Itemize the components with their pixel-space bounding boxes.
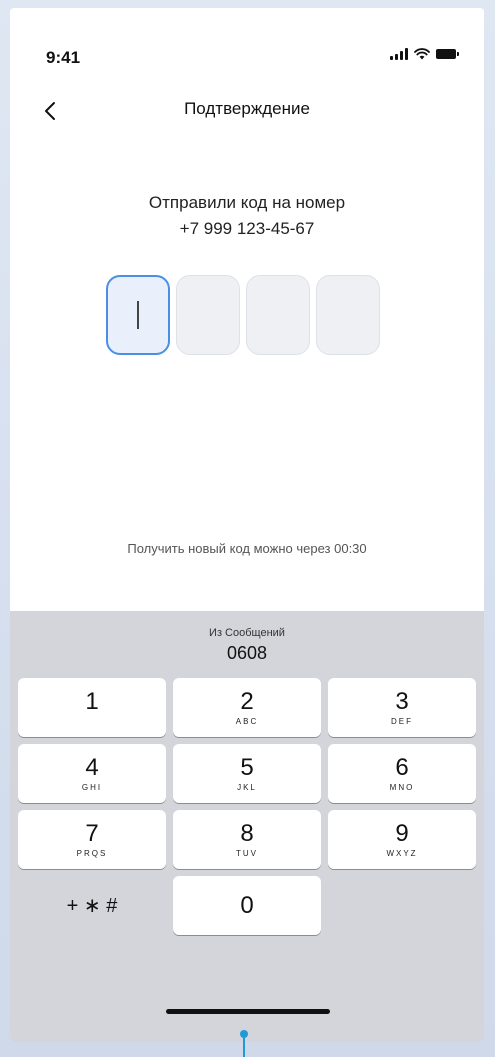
code-input[interactable] xyxy=(106,275,380,355)
home-indicator[interactable] xyxy=(166,1009,330,1014)
key-letters: GHI xyxy=(81,782,103,792)
status-icons xyxy=(390,48,459,60)
status-bar: 9:41 xyxy=(10,8,484,88)
key-0[interactable]: 0 xyxy=(173,876,321,935)
key-letters: JKL xyxy=(237,782,257,792)
sent-code-message: Отправили код на номер +7 999 123-45-67 xyxy=(10,190,484,242)
key-6[interactable]: 6 MNO xyxy=(328,744,476,803)
page-title: Подтверждение xyxy=(184,99,310,118)
code-digit-4[interactable] xyxy=(316,275,380,355)
key-digit: 8 xyxy=(240,819,254,847)
key-digit: 4 xyxy=(85,753,99,781)
numeric-keyboard: Из Сообщений 0608 1 2 ABC 3 DEF 4 GHI 5 xyxy=(10,611,484,1042)
phone-number: +7 999 123-45-67 xyxy=(179,219,315,238)
key-letters: PRQS xyxy=(76,848,108,858)
key-symbols[interactable]: + ∗ # xyxy=(18,876,166,935)
key-digit: + ∗ # xyxy=(66,894,118,917)
key-4[interactable]: 4 GHI xyxy=(18,744,166,803)
key-letters: ABC xyxy=(235,716,259,726)
key-letters: TUV xyxy=(236,848,258,858)
key-2[interactable]: 2 ABC xyxy=(173,678,321,737)
key-3[interactable]: 3 DEF xyxy=(328,678,476,737)
key-letters: WXYZ xyxy=(386,848,418,858)
cellular-signal-icon xyxy=(390,48,408,60)
code-digit-3[interactable] xyxy=(246,275,310,355)
pointer-marker-icon xyxy=(240,1030,248,1057)
key-letters: MNO xyxy=(389,782,415,792)
code-suggestion[interactable]: Из Сообщений 0608 xyxy=(10,627,484,664)
key-digit: 0 xyxy=(240,891,254,919)
suggestion-code: 0608 xyxy=(226,643,268,663)
key-5[interactable]: 5 JKL xyxy=(173,744,321,803)
key-digit: 2 xyxy=(240,687,254,715)
code-digit-1[interactable] xyxy=(106,275,170,355)
key-digit: 3 xyxy=(395,687,409,715)
status-time: 9:41 xyxy=(46,48,81,67)
key-8[interactable]: 8 TUV xyxy=(173,810,321,869)
key-digit: 5 xyxy=(240,753,254,781)
key-digit: 1 xyxy=(85,687,99,715)
battery-icon xyxy=(436,49,459,59)
message-line-1: Отправили код на номер xyxy=(148,193,346,212)
code-digit-2[interactable] xyxy=(176,275,240,355)
key-digit: 7 xyxy=(85,819,99,847)
keypad: 1 2 ABC 3 DEF 4 GHI 5 JKL 6 MNO 7 PRQS 8… xyxy=(18,678,476,935)
key-9[interactable]: 9 WXYZ xyxy=(328,810,476,869)
key-digit: 9 xyxy=(395,819,409,847)
text-caret xyxy=(137,301,139,329)
key-7[interactable]: 7 PRQS xyxy=(18,810,166,869)
key-empty xyxy=(328,876,476,935)
key-letters: DEF xyxy=(391,716,413,726)
suggestion-source: Из Сообщений xyxy=(209,627,285,639)
nav-bar: Подтверждение xyxy=(10,88,484,134)
key-digit: 6 xyxy=(395,753,409,781)
resend-timer-text: Получить новый код можно через 00:30 xyxy=(127,541,367,556)
key-1[interactable]: 1 xyxy=(18,678,166,737)
phone-screen: 9:41 Подтверждение Отправили код на номе… xyxy=(10,8,484,1042)
wifi-icon xyxy=(414,48,430,60)
